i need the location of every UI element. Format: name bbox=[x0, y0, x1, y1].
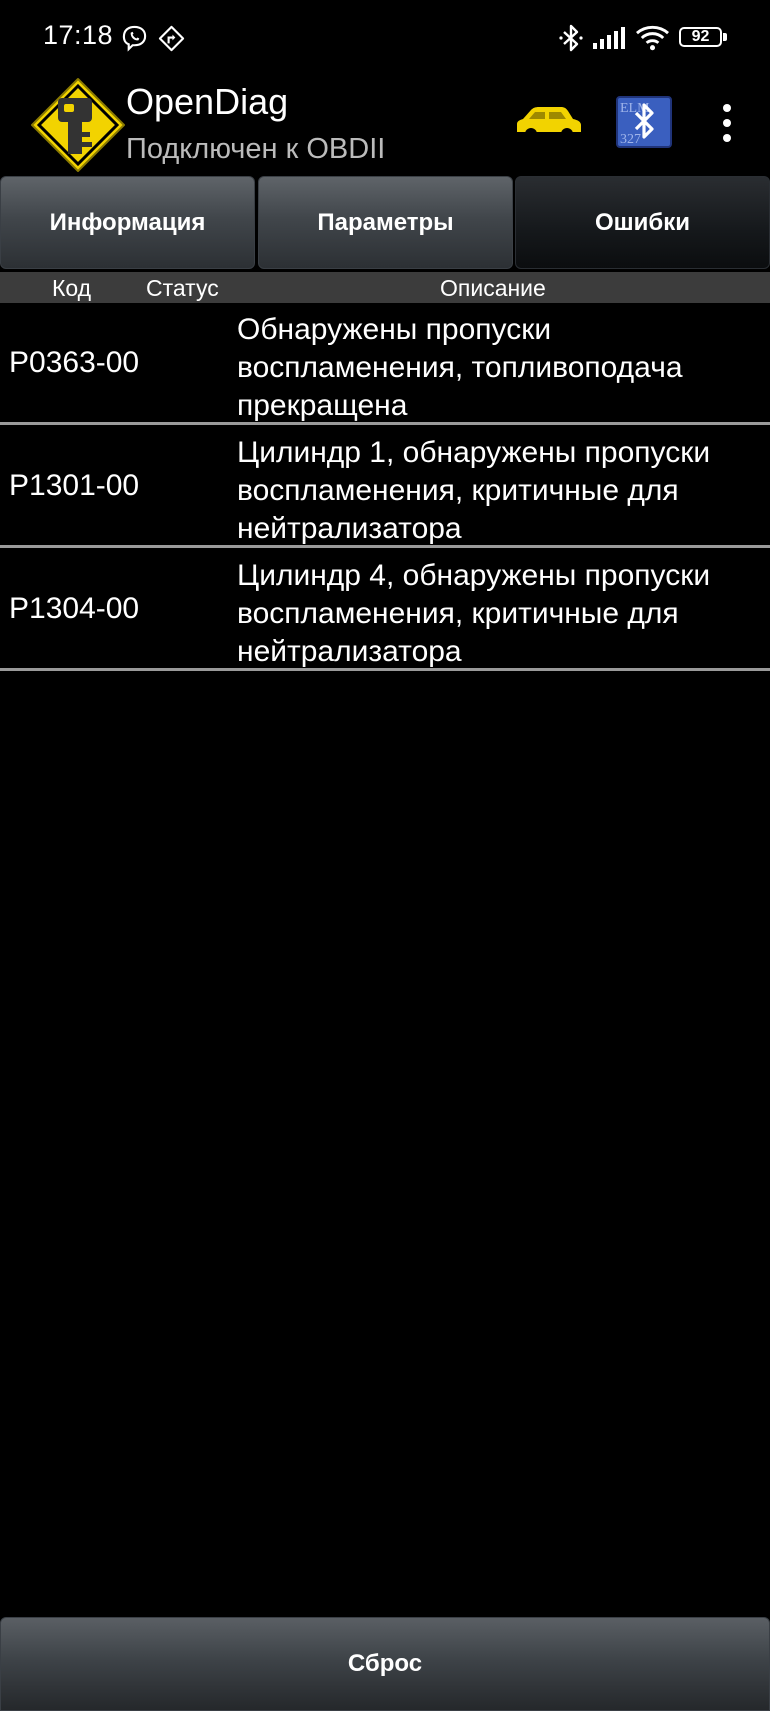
status-bar: 17:18 92 bbox=[0, 0, 770, 76]
table-header: Код Статус Описание bbox=[0, 272, 770, 303]
battery-icon: 92 bbox=[679, 27, 728, 49]
table-row[interactable]: P1304-00 Цилиндр 4, обнаружены пропуски … bbox=[0, 549, 770, 669]
error-code: P0363-00 bbox=[9, 346, 140, 379]
car-icon[interactable] bbox=[515, 104, 583, 144]
battery-level: 92 bbox=[691, 28, 710, 45]
row-divider bbox=[0, 422, 770, 425]
navigation-icon bbox=[158, 25, 185, 52]
app-title: OpenDiag bbox=[126, 81, 289, 122]
error-description: Цилиндр 1, обнаружены пропуски воспламен… bbox=[237, 436, 711, 545]
column-header-description: Описание bbox=[440, 275, 546, 301]
connection-status: Подключен к OBDII bbox=[126, 133, 386, 165]
reset-button[interactable]: Сброс bbox=[0, 1617, 770, 1711]
column-header-status: Статус bbox=[146, 275, 219, 301]
bluetooth-icon bbox=[559, 24, 583, 52]
table-row[interactable]: P0363-00 Обнаружены пропуски воспламенен… bbox=[0, 303, 770, 423]
row-divider bbox=[0, 668, 770, 671]
tab-parameters[interactable]: Параметры bbox=[258, 176, 513, 269]
tab-information[interactable]: Информация bbox=[0, 176, 255, 269]
error-description: Цилиндр 4, обнаружены пропуски воспламен… bbox=[237, 559, 711, 668]
wifi-icon bbox=[636, 25, 669, 51]
tab-bar: Информация Параметры Ошибки bbox=[0, 176, 770, 269]
more-vert-icon[interactable] bbox=[713, 100, 741, 146]
status-time: 17:18 bbox=[43, 20, 114, 50]
bluetooth-elm-icon[interactable]: ELM 327 bbox=[616, 96, 672, 148]
row-divider bbox=[0, 545, 770, 548]
table-row[interactable]: P1301-00 Цилиндр 1, обнаружены пропуски … bbox=[0, 426, 770, 546]
error-code: P1304-00 bbox=[9, 592, 140, 625]
app-bar: OpenDiag Подключен к OBDII ELM 327 bbox=[0, 76, 770, 176]
key-warning-sign-icon bbox=[31, 78, 125, 172]
viber-icon bbox=[122, 25, 147, 52]
svg-text:327: 327 bbox=[620, 132, 641, 147]
error-description: Обнаружены пропуски воспламенения, топли… bbox=[237, 313, 683, 422]
error-code: P1301-00 bbox=[9, 469, 140, 502]
signal-icon bbox=[593, 27, 625, 49]
column-header-code: Код bbox=[52, 275, 92, 301]
tab-errors[interactable]: Ошибки bbox=[515, 176, 770, 269]
